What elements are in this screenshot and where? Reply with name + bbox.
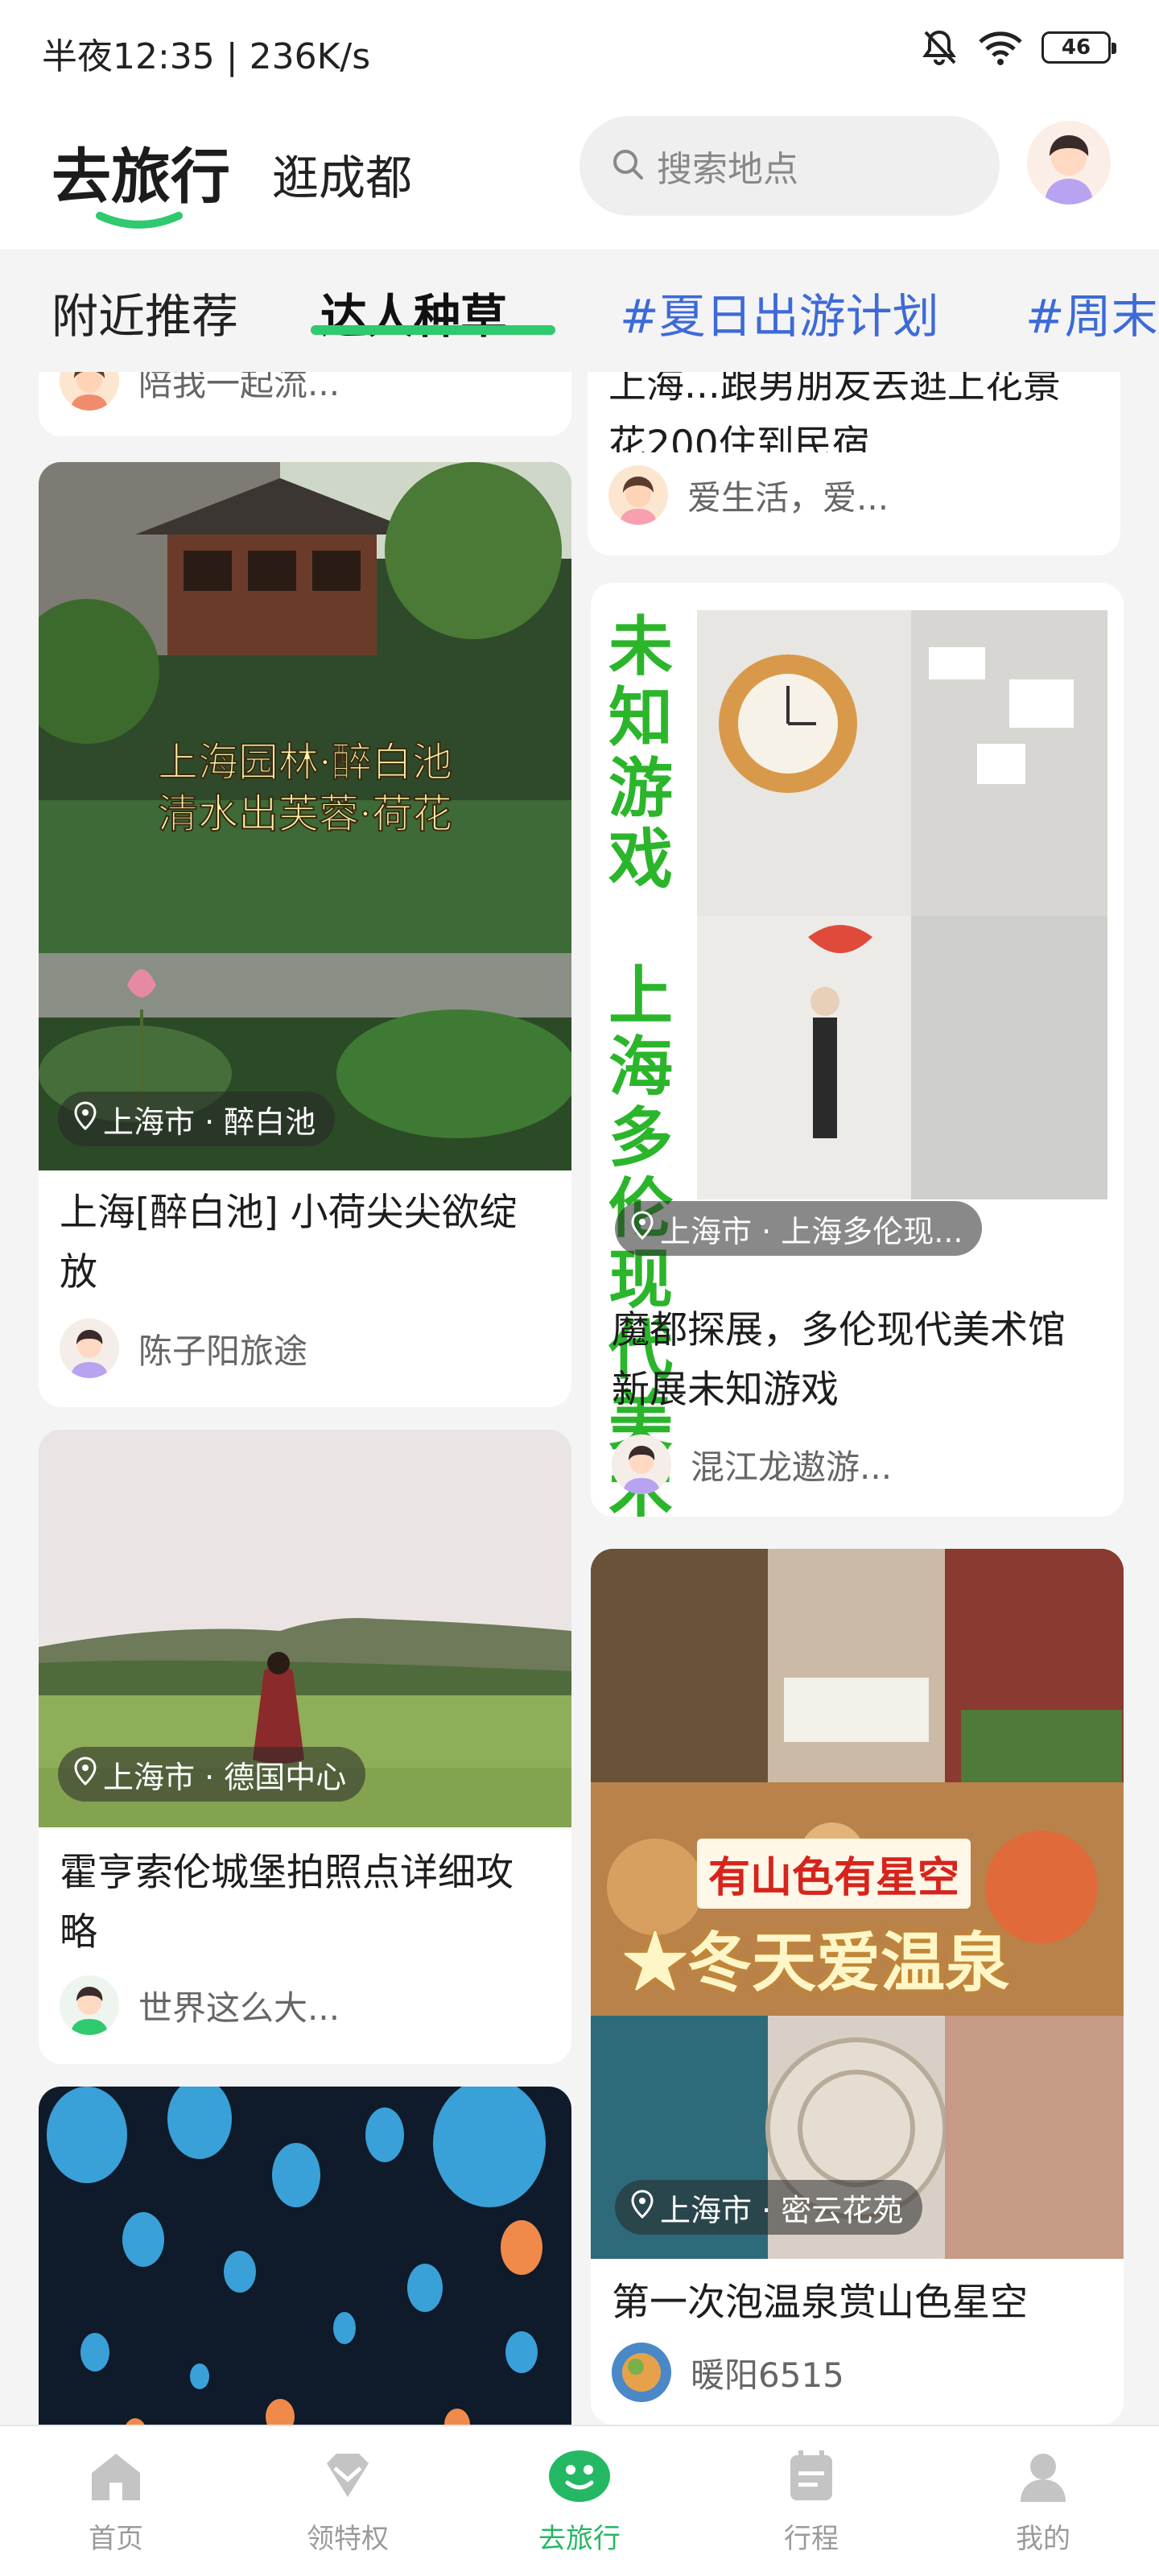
battery-level: 46 — [1061, 35, 1091, 60]
author-name: 爱生活，爱... — [687, 477, 889, 518]
card-image-garden: 上海园林·醉白池 清水出芙蓉·荷花 — [39, 462, 571, 1170]
card-title: 第一次泡温泉赏山色星空 — [612, 2281, 1028, 2325]
home-icon — [92, 2454, 140, 2500]
location-text: 上海市 · 德国中心 — [103, 1759, 347, 1795]
user-avatar[interactable] — [1027, 121, 1111, 204]
feed-card-zuibaichi[interactable]: 上海园林·醉白池 清水出芙蓉·荷花 上海市 · 醉白池 上海[醉白池] 小荷尖尖… — [39, 462, 571, 1407]
location-tag[interactable]: 上海市 · 醉白池 — [58, 1092, 336, 1146]
card-author: 爱生活，爱... — [608, 465, 889, 525]
author-name: 陈子阳旅途 — [138, 1331, 308, 1371]
nav-label: 我的 — [1016, 2523, 1070, 2555]
feed-card-lanterns[interactable] — [39, 2087, 571, 2425]
author-avatar — [60, 372, 119, 411]
search-input[interactable]: 搜索地点 — [580, 116, 1000, 216]
overlay-red-tag: 有山色有星空 — [697, 1839, 971, 1909]
location-text: 上海市 · 醉白池 — [103, 1104, 316, 1140]
content-feed[interactable]: 陪我一起流... 上海园林·醉白池 清水出芙蓉·荷花 上海市 · 醉白池 上海[… — [0, 372, 1159, 2425]
card-title: 魔都探展，多伦现代美术馆新展未知游戏 — [612, 1308, 1066, 1412]
card-author: 陈子阳旅途 — [60, 1319, 307, 1378]
status-bar: 半夜12:35 | 236K/s 46 — [0, 0, 1159, 105]
category-tabs: 附近推荐 达人种草 #夏日出游计划 #周末 — [0, 251, 1159, 370]
card-author: 世界这么大... — [60, 1975, 340, 2035]
nav-label: 去旅行 — [538, 2523, 621, 2555]
location-pin-icon — [631, 2189, 654, 2226]
nav-label: 领特权 — [307, 2523, 389, 2555]
card-title: 上海...跟男朋友去逛上花景花200住到民宿 — [608, 372, 1061, 452]
author-name: 陪我一起流... — [138, 372, 340, 403]
tab-summer-trip[interactable]: #夏日出游计划 — [620, 279, 939, 346]
tab-weekend[interactable]: #周末 — [1025, 279, 1158, 346]
itinerary-icon — [790, 2450, 832, 2500]
author-name: 混江龙遨游... — [691, 1447, 893, 1487]
location-pin-icon — [74, 1756, 97, 1793]
search-icon — [610, 147, 645, 185]
feed-card-castle[interactable]: 上海市 · 德国中心 霍亨索伦城堡拍照点详细攻略 世界这么大... — [39, 1430, 571, 2064]
author-avatar — [612, 1435, 671, 1494]
author-name: 暖阳6515 — [691, 2355, 844, 2395]
location-tag[interactable]: 上海市 · 德国中心 — [58, 1747, 366, 1802]
status-icons: 46 — [919, 27, 1116, 68]
author-avatar — [60, 1975, 119, 2035]
author-avatar — [608, 465, 668, 525]
nav-itinerary[interactable]: 行程 — [731, 2444, 892, 2556]
overlay-text-line1: 上海园林·醉白池 — [158, 739, 452, 786]
card-title: 霍亨索伦城堡拍照点详细攻略 — [60, 1851, 514, 1955]
card-author: 暖阳6515 — [612, 2343, 844, 2402]
search-placeholder: 搜索地点 — [657, 149, 798, 190]
nav-travel[interactable]: 去旅行 — [499, 2444, 660, 2556]
feed-card-partial-left[interactable]: 陪我一起流... — [39, 372, 571, 436]
tab-influencer[interactable]: 达人种草 — [320, 279, 507, 346]
tab-nearby[interactable]: 附近推荐 — [52, 279, 238, 346]
card-author: 陪我一起流... — [60, 372, 340, 411]
location-pin-icon — [74, 1100, 97, 1137]
overlay-big-text: ★冬天爱温泉 — [623, 1925, 1009, 2000]
battery-icon: 46 — [1041, 31, 1116, 64]
author-avatar — [612, 2343, 671, 2402]
location-text: 上海市 · 密云花苑 — [660, 2192, 904, 2228]
nav-label: 行程 — [784, 2523, 839, 2555]
travel-globe-icon — [549, 2450, 610, 2502]
overlay-vertical-title: 未知游戏 — [608, 609, 673, 897]
author-name: 世界这么大... — [138, 1988, 340, 2028]
location-tag[interactable]: 上海市 · 上海多伦现... — [615, 1201, 983, 1256]
diamond-icon — [327, 2454, 369, 2497]
active-tab-indicator — [311, 325, 555, 335]
city-switch[interactable]: 逛成都 — [272, 140, 412, 208]
nav-profile[interactable]: 我的 — [963, 2444, 1124, 2556]
location-text: 上海市 · 上海多伦现... — [660, 1213, 963, 1249]
wifi-icon — [977, 29, 1024, 66]
feed-card-partial-right[interactable]: 上海...跟男朋友去逛上花景花200住到民宿 爱生活，爱... — [588, 372, 1120, 555]
feed-card-art-museum[interactable]: 未知游戏 上海多伦现代美术馆 上海市 · 上海多伦现... 魔都探展，多伦现代美… — [591, 583, 1124, 1517]
card-author: 混江龙遨游... — [612, 1435, 892, 1494]
page-title: 去旅行 — [52, 142, 230, 212]
mute-bell-icon — [919, 27, 959, 68]
card-image-lanterns — [39, 2087, 571, 2425]
author-avatar — [60, 1319, 119, 1378]
card-title: 上海[醉白池] 小荷尖尖欲绽放 — [60, 1191, 518, 1294]
nav-label: 首页 — [89, 2523, 143, 2555]
location-tag[interactable]: 上海市 · 密云花苑 — [615, 2180, 923, 2235]
title-accent-underline — [96, 212, 183, 229]
top-header: 去旅行 逛成都 搜索地点 — [0, 105, 1159, 250]
profile-icon — [1021, 2454, 1066, 2502]
location-pin-icon — [631, 1210, 654, 1247]
bottom-navigation: 首页 领特权 去旅行 行程 我的 — [0, 2425, 1159, 2576]
nav-home[interactable]: 首页 — [35, 2444, 196, 2556]
status-time: 半夜12:35 | 236K/s — [42, 36, 371, 77]
feed-card-hot-spring[interactable]: 有山色有星空 ★冬天爱温泉 上海市 · 密云花苑 第一次泡温泉赏山色星空 暖阳6… — [591, 1549, 1124, 2425]
overlay-text-line2: 清水出芙蓉·荷花 — [158, 791, 452, 837]
nav-privileges[interactable]: 领特权 — [267, 2444, 428, 2556]
